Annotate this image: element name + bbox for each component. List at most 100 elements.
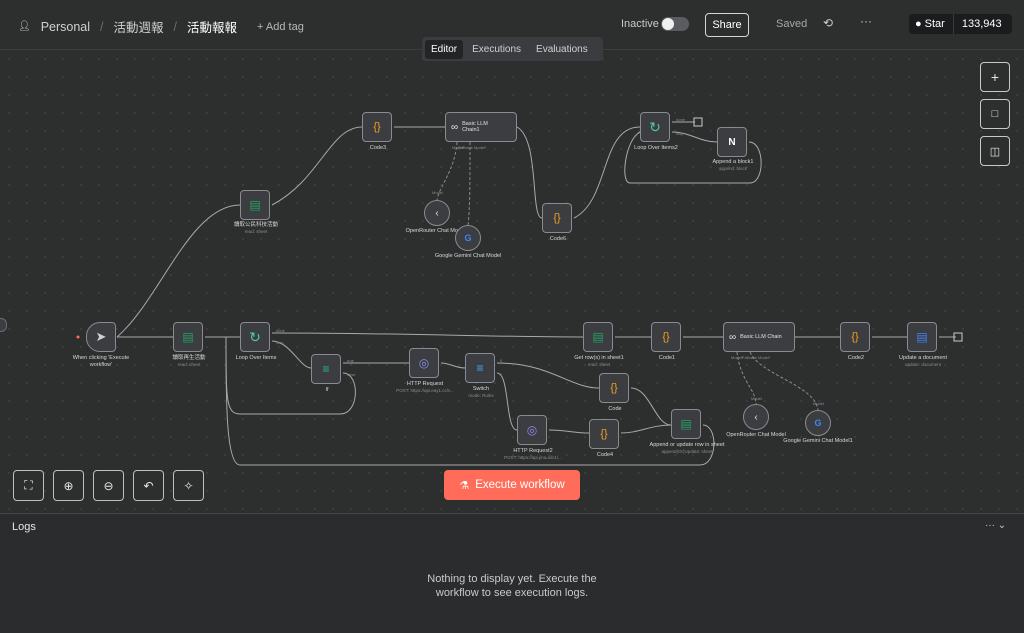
google-sheets-icon: ▤ — [680, 417, 692, 431]
port-label-false: false — [347, 372, 356, 377]
link-icon: ∞ — [729, 331, 737, 343]
toggle-panel-button[interactable]: ◫ — [980, 136, 1010, 166]
node-label: If — [325, 387, 329, 393]
port-label-true: true — [347, 358, 355, 363]
loop-icon: ↻ — [249, 328, 261, 345]
node-http-request2[interactable]: ◎ — [517, 415, 547, 445]
node-label: 讀取公民科技活動 read: sheet — [233, 222, 278, 234]
tidy-up-button[interactable]: ✧ — [173, 470, 204, 501]
code-icon: {} — [373, 121, 381, 133]
node-label: Switch mode: Rules — [468, 386, 494, 398]
port-label-fallback-1: Fallback Model* — [458, 145, 487, 150]
node-label: When clicking 'Execute workflow' — [72, 355, 130, 368]
logs-empty-message: Nothing to display yet. Execute the work… — [427, 573, 597, 600]
node-gemini-model[interactable]: G — [455, 225, 481, 251]
sticky-note-icon: □ — [991, 108, 999, 120]
code-icon: {} — [851, 331, 859, 343]
node-openrouter-model[interactable]: ‹ — [743, 404, 769, 430]
node-label: Code6 — [549, 236, 567, 242]
zoom-out-icon: ⊖ — [103, 478, 114, 493]
node-label: Loop Over Items2 — [634, 145, 678, 151]
cursor-icon: ➤ — [95, 329, 107, 344]
node-append-update-sheet[interactable]: ▤ — [671, 409, 701, 439]
zoom-out-button[interactable]: ⊖ — [93, 470, 124, 501]
node-if[interactable]: ≡ — [311, 354, 341, 384]
node-gemini-model1[interactable]: G — [805, 410, 831, 436]
node-label: Code — [608, 406, 622, 412]
zoom-in-button[interactable]: ⊕ — [53, 470, 84, 501]
flask-icon: ⚗ — [459, 479, 470, 492]
node-label: Google Gemini Chat Model — [434, 253, 502, 259]
node-label: Update a document update: document — [898, 355, 947, 367]
port-label-fallback-2: Fallback Model* — [742, 355, 771, 360]
node-code3[interactable]: {} — [362, 112, 392, 142]
node-label: Code1 — [658, 355, 676, 361]
node-sheet-read[interactable]: ▤ — [173, 322, 203, 352]
switch-icon: ≡ — [476, 361, 484, 375]
code-icon: {} — [662, 331, 670, 343]
openrouter-icon: ‹ — [435, 207, 439, 219]
plus-icon: + — [990, 69, 1000, 85]
globe-icon: ◎ — [526, 423, 538, 437]
execute-workflow-label: Execute workflow — [475, 479, 565, 491]
node-notion-append-block[interactable]: N — [717, 127, 747, 157]
node-code2[interactable]: {} — [840, 322, 870, 352]
node-code[interactable]: {} — [599, 373, 629, 403]
node-inline-label: Basic LLM Chain1 — [462, 121, 488, 133]
add-node-button[interactable]: + — [980, 62, 1010, 92]
link-icon: ∞ — [451, 121, 459, 133]
node-get-rows[interactable]: ▤ — [583, 322, 613, 352]
node-label: Append or update row in sheet append(Or)U… — [649, 442, 725, 454]
node-inline-label: Basic LLM Chain — [740, 334, 782, 340]
workflow-connections: done loop true false done loop 0 1 Model… — [76, 117, 963, 466]
fit-view-icon: ⛶ — [24, 478, 33, 492]
port-label-model-2: Model — [751, 396, 762, 401]
node-update-document[interactable]: ▤ — [907, 322, 937, 352]
node-code1[interactable]: {} — [651, 322, 681, 352]
node-loop-over-items[interactable]: ↻ — [240, 322, 270, 352]
tidy-icon: ✧ — [183, 478, 194, 493]
google-sheets-icon: ▤ — [249, 198, 261, 212]
node-label: Code4 — [596, 452, 614, 458]
node-manual-trigger[interactable]: ➤ — [86, 322, 116, 352]
google-docs-icon: ▤ — [916, 330, 928, 344]
node-loop-over-items2[interactable]: ↻ — [640, 112, 670, 142]
node-basic-llm-chain[interactable]: ∞ Basic LLM Chain — [723, 322, 795, 352]
logs-panel: Logs ··· ⌄ Nothing to display yet. Execu… — [0, 513, 1024, 633]
port-label-loop: loop — [276, 340, 284, 345]
add-sticky-button[interactable]: □ — [980, 99, 1010, 129]
panel-icon: ◫ — [989, 145, 1001, 158]
node-switch[interactable]: ≡ — [465, 353, 495, 383]
node-code4[interactable]: {} — [589, 419, 619, 449]
globe-icon: ◎ — [418, 356, 430, 370]
port-label-loop-2: loop — [676, 131, 684, 136]
node-http-request[interactable]: ◎ — [409, 348, 439, 378]
node-openrouter-model1[interactable]: ‹ — [424, 200, 450, 226]
openrouter-icon: ‹ — [754, 411, 758, 423]
google-sheets-icon: ▤ — [182, 330, 194, 344]
code-icon: {} — [553, 212, 561, 224]
fit-view-button[interactable]: ⛶ — [13, 470, 44, 501]
port-label-done: done — [276, 328, 286, 333]
undo-icon: ↶ — [143, 478, 154, 493]
execute-workflow-button[interactable]: ⚗ Execute workflow — [444, 470, 580, 500]
node-label: Loop Over Items — [235, 355, 277, 361]
undo-button[interactable]: ↶ — [133, 470, 164, 501]
logs-title: Logs — [12, 521, 36, 533]
node-label: Google Gemini Chat Model1 — [783, 438, 853, 444]
node-sheet-public[interactable]: ▤ — [240, 190, 270, 220]
port-label-done-2: done — [676, 117, 686, 122]
logs-controls[interactable]: ··· ⌄ — [985, 520, 1006, 531]
port-label-output-1: 0 — [500, 358, 503, 363]
port-label-output-2: 1 — [500, 372, 503, 377]
node-code6[interactable]: {} — [542, 203, 572, 233]
node-label: HTTP Request2 POST: https://api.jina.ai/v… — [504, 448, 562, 460]
node-basic-llm-chain1[interactable]: ∞ Basic LLM Chain1 — [445, 112, 517, 142]
google-sheets-icon: ▤ — [592, 330, 604, 344]
google-icon: G — [814, 418, 822, 428]
loop-icon: ↻ — [649, 118, 661, 135]
code-icon: {} — [600, 428, 608, 440]
node-label: Code3 — [369, 145, 387, 151]
node-label: Append a block1 append: block — [712, 159, 754, 171]
zoom-in-icon: ⊕ — [63, 478, 74, 493]
